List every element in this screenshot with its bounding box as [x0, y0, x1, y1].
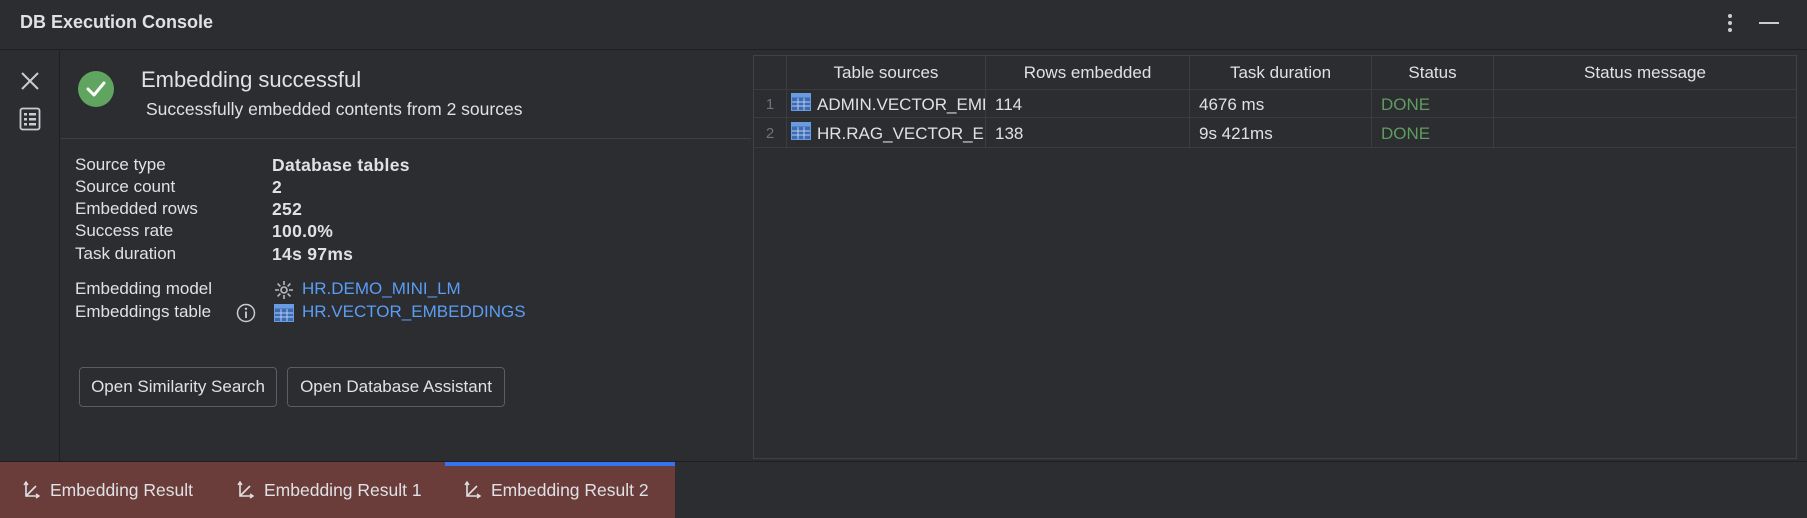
- source-type-value: Database tables: [272, 155, 410, 175]
- table-source-name: HR.RAG_VECTOR_EMBEDDINGS: [817, 124, 985, 143]
- status-cell: DONE: [1372, 119, 1494, 148]
- window-title: DB Execution Console: [20, 12, 214, 32]
- tab-embedding-result[interactable]: Embedding Result: [0, 462, 220, 518]
- result-tab-bar: Embedding Result Embedding Result 1 Embe…: [0, 461, 1807, 518]
- table-source-cell[interactable]: ADMIN.VECTOR_EMBEDDINGS: [787, 90, 986, 119]
- task-duration-cell: 9s 421ms: [1190, 119, 1372, 148]
- console-body: Embedding successful Successfully embedd…: [0, 51, 1807, 461]
- embeddings-table-label: Embeddings table: [75, 302, 212, 321]
- tab-embedding-result-1[interactable]: Embedding Result 1: [220, 462, 445, 518]
- embedded-rows-label: Embedded rows: [75, 199, 198, 218]
- more-options-icon[interactable]: [1715, 8, 1745, 38]
- vector-icon: [20, 479, 42, 501]
- divider: [61, 138, 751, 139]
- open-database-assistant-button[interactable]: Open Database Assistant: [287, 367, 505, 407]
- column-header-task-duration[interactable]: Task duration: [1190, 56, 1372, 89]
- left-toolbar: [0, 51, 60, 461]
- table-source-name: ADMIN.VECTOR_EMBEDDINGS: [817, 95, 985, 114]
- embedding-sources-table: Table sources Rows embedded Task duratio…: [753, 55, 1797, 459]
- source-count-label: Source count: [75, 177, 176, 196]
- rows-embedded-cell: 138: [986, 119, 1190, 148]
- tab-embedding-result-2[interactable]: Embedding Result 2: [445, 462, 675, 518]
- table-source-cell[interactable]: HR.RAG_VECTOR_EMBEDDINGS: [787, 119, 986, 148]
- status-cell: DONE: [1372, 90, 1494, 119]
- status-message-cell: [1494, 119, 1796, 148]
- table-row[interactable]: 1 ADMIN.VECTOR_EMBEDDINGS 114 4676 ms DO…: [754, 89, 1796, 119]
- column-header-status-message[interactable]: Status message: [1494, 56, 1796, 89]
- row-number-header: [754, 56, 787, 89]
- table-icon: [791, 91, 811, 119]
- vector-icon: [461, 479, 483, 501]
- task-duration-cell: 4676 ms: [1190, 90, 1372, 119]
- task-duration-value: 14s 97ms: [272, 244, 354, 264]
- log-view-icon[interactable]: [14, 103, 46, 135]
- source-type-label: Source type: [75, 155, 166, 174]
- info-icon[interactable]: [235, 302, 257, 324]
- minimize-icon[interactable]: [1754, 8, 1784, 38]
- summary-title: Embedding successful: [141, 67, 362, 92]
- column-header-table-sources[interactable]: Table sources: [787, 56, 986, 89]
- embeddings-table-link[interactable]: HR.VECTOR_EMBEDDINGS: [302, 302, 526, 322]
- model-icon: [273, 279, 295, 301]
- success-rate-label: Success rate: [75, 221, 174, 240]
- success-rate-value: 100.0%: [272, 221, 334, 241]
- task-duration-label: Task duration: [75, 244, 177, 263]
- status-message-cell: [1494, 90, 1796, 119]
- source-count-value: 2: [272, 177, 283, 197]
- embedding-model-label: Embedding model: [75, 279, 213, 298]
- vector-icon: [234, 479, 256, 501]
- table-icon: [273, 302, 295, 324]
- active-tab-indicator: [445, 462, 675, 466]
- rows-embedded-cell: 114: [986, 90, 1190, 119]
- close-icon[interactable]: [14, 65, 46, 97]
- row-number: 2: [754, 119, 787, 148]
- tab-label: Embedding Result: [50, 479, 193, 500]
- embedded-rows-value: 252: [272, 199, 303, 219]
- title-bar: DB Execution Console: [0, 0, 1807, 50]
- column-header-status[interactable]: Status: [1372, 56, 1494, 89]
- success-check-icon: [78, 71, 114, 107]
- table-icon: [791, 120, 811, 148]
- tab-label: Embedding Result 1: [264, 479, 422, 500]
- column-header-rows-embedded[interactable]: Rows embedded: [986, 56, 1190, 89]
- tab-label: Embedding Result 2: [491, 479, 649, 500]
- table-row[interactable]: 2 HR.RAG_VECTOR_EMBEDDINGS 138 9s 421ms …: [754, 119, 1796, 148]
- embedding-model-link[interactable]: HR.DEMO_MINI_LM: [302, 279, 461, 299]
- summary-subtitle: Successfully embedded contents from 2 so…: [146, 99, 523, 119]
- open-similarity-search-button[interactable]: Open Similarity Search: [79, 367, 277, 407]
- embedding-summary-panel: Embedding successful Successfully embedd…: [61, 51, 751, 461]
- row-number: 1: [754, 90, 787, 119]
